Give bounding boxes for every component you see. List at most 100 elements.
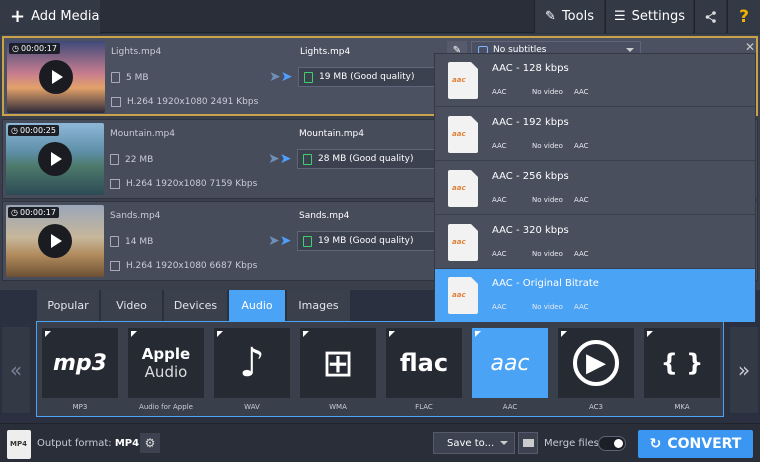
output-size-box[interactable]: 19 MB (Good quality) [298, 67, 438, 87]
toggle-knob [614, 439, 623, 448]
format-aac[interactable]: aac AAC [472, 328, 548, 414]
file-info-text: H.264 1920x1080 6687 Kbps [126, 261, 258, 271]
flac-icon: flac [386, 328, 462, 398]
folder-button[interactable] [518, 432, 538, 454]
format-wma[interactable]: ⊞ WMA [300, 328, 376, 414]
duration-text: 00:00:17 [19, 208, 56, 217]
format-label: WMA [329, 403, 347, 411]
output-format: Output format: MP4 [37, 438, 139, 449]
tab-video[interactable]: Video [101, 290, 163, 321]
aac-file-icon: aac [448, 224, 478, 261]
tab-images[interactable]: Images [287, 290, 351, 321]
share-button[interactable] [694, 0, 726, 33]
clock-icon: ◷ [11, 126, 18, 135]
tab-devices[interactable]: Devices [164, 290, 228, 321]
settings-label: Settings [631, 9, 685, 24]
format-mp3[interactable]: mp3 MP3 [42, 328, 118, 414]
file-size-text: 14 MB [125, 236, 154, 247]
bottom-bar: MP4 Output format: MP4 ⚙ Save to... Merg… [0, 423, 760, 462]
preset-codec: AAC [574, 88, 589, 96]
preset-title: AAC - 256 kbps [492, 171, 569, 182]
format-label: FLAC [415, 403, 433, 411]
film-icon [110, 179, 120, 189]
duration-badge: ◷ 00:00:17 [8, 207, 59, 218]
play-icon[interactable] [38, 142, 72, 176]
save-to-dropdown[interactable]: Save to... [433, 432, 515, 454]
chevron-left-icon: « [9, 358, 23, 382]
output-name[interactable]: Lights.mp4 [300, 47, 350, 57]
output-settings-button[interactable]: ⚙ [140, 433, 160, 453]
format-ac3[interactable]: ▶ AC3 [558, 328, 634, 414]
duration-text: 00:00:25 [19, 126, 56, 135]
output-size-box[interactable]: 19 MB (Good quality) [297, 231, 437, 251]
tools-button[interactable]: ✎ Tools [534, 0, 604, 33]
format-apple-audio[interactable]: Apple Audio Audio for Apple [128, 328, 204, 414]
output-size-box[interactable]: 28 MB (Good quality) [297, 149, 437, 169]
merge-toggle[interactable] [598, 436, 626, 451]
output-size-text: 28 MB (Good quality) [318, 154, 414, 164]
file-size-text: 5 MB [126, 72, 149, 83]
preset-item-selected[interactable]: aac AAC - Original Bitrate AAC No video … [435, 269, 755, 322]
help-button[interactable]: ? [727, 0, 760, 33]
file-name: Mountain.mp4 [110, 129, 175, 139]
video-thumbnail[interactable]: ◷ 00:00:17 [7, 41, 105, 113]
output-name[interactable]: Mountain.mp4 [299, 129, 364, 139]
format-wav[interactable]: ♪ WAV [214, 328, 290, 414]
format-label: Audio for Apple [139, 403, 193, 411]
preset-title: AAC - 192 kbps [492, 117, 569, 128]
preset-audio: AAC [492, 196, 507, 204]
format-label: WAV [244, 403, 260, 411]
preset-item[interactable]: aac AAC - 192 kbps AAC No video AAC [435, 108, 755, 161]
video-thumbnail[interactable]: ◷ 00:00:25 [6, 123, 104, 195]
scroll-right-button[interactable]: » [730, 327, 758, 413]
preset-video: No video [532, 303, 563, 311]
plus-icon: + [10, 5, 26, 27]
preset-codec: AAC [574, 196, 589, 204]
preset-item[interactable]: aac AAC - 256 kbps AAC No video AAC [435, 162, 755, 215]
clock-icon: ◷ [11, 208, 18, 217]
preset-title: AAC - 320 kbps [492, 225, 569, 236]
chevron-right-icon: » [737, 358, 751, 382]
preset-audio: AAC [492, 303, 507, 311]
play-icon[interactable] [38, 224, 72, 258]
settings-button[interactable]: ☰ Settings [605, 0, 693, 33]
preset-dropdown: aac AAC - 128 kbps AAC No video AAC aac … [434, 53, 756, 322]
windows-icon: ⊞ [300, 328, 376, 398]
preset-item[interactable]: aac AAC - 320 kbps AAC No video AAC [435, 216, 755, 269]
aac-file-icon: aac [448, 277, 478, 314]
format-flac[interactable]: flac FLAC [386, 328, 462, 414]
format-label: AC3 [588, 403, 603, 411]
preset-audio: AAC [492, 250, 507, 258]
tab-popular[interactable]: Popular [37, 290, 100, 321]
top-toolbar: + Add Media ✎ Tools ☰ Settings ? [0, 0, 760, 33]
chevron-down-icon [626, 48, 634, 52]
format-mka[interactable]: { } MKA [644, 328, 720, 414]
format-label: MKA [674, 403, 690, 411]
preset-title: AAC - 128 kbps [492, 63, 569, 74]
close-icon[interactable]: ✕ [745, 40, 755, 54]
output-file-icon [303, 235, 312, 247]
add-media-button[interactable]: + Add Media [0, 0, 100, 33]
preset-audio: AAC [492, 142, 507, 150]
duration-badge: ◷ 00:00:25 [8, 125, 59, 136]
preset-item[interactable]: aac AAC - 128 kbps AAC No video AAC [435, 54, 755, 107]
file-size-text: 22 MB [125, 154, 154, 165]
preset-codec: AAC [574, 303, 589, 311]
video-thumbnail[interactable]: ◷ 00:00:17 [6, 205, 104, 277]
preset-video: No video [532, 250, 563, 258]
tab-audio[interactable]: Audio [229, 290, 286, 321]
mp3-icon: mp3 [42, 328, 118, 398]
mp4-file-icon: MP4 [7, 430, 31, 459]
file-size: 14 MB [110, 236, 153, 247]
film-icon [110, 261, 120, 271]
scroll-left-button[interactable]: « [2, 327, 30, 413]
format-label: AAC [502, 403, 518, 411]
film-icon [111, 97, 121, 107]
play-icon[interactable] [39, 60, 73, 94]
output-name[interactable]: Sands.mp4 [299, 211, 349, 221]
file-info-text: H.264 1920x1080 7159 Kbps [126, 179, 258, 189]
apple-audio-icon: Apple Audio [128, 328, 204, 398]
file-info: H.264 1920x1080 2491 Kbps [111, 97, 258, 107]
convert-button[interactable]: ↻ CONVERT [638, 430, 753, 458]
format-grid: mp3 MP3 Apple Audio Audio for Apple ♪ WAV… [36, 321, 724, 417]
